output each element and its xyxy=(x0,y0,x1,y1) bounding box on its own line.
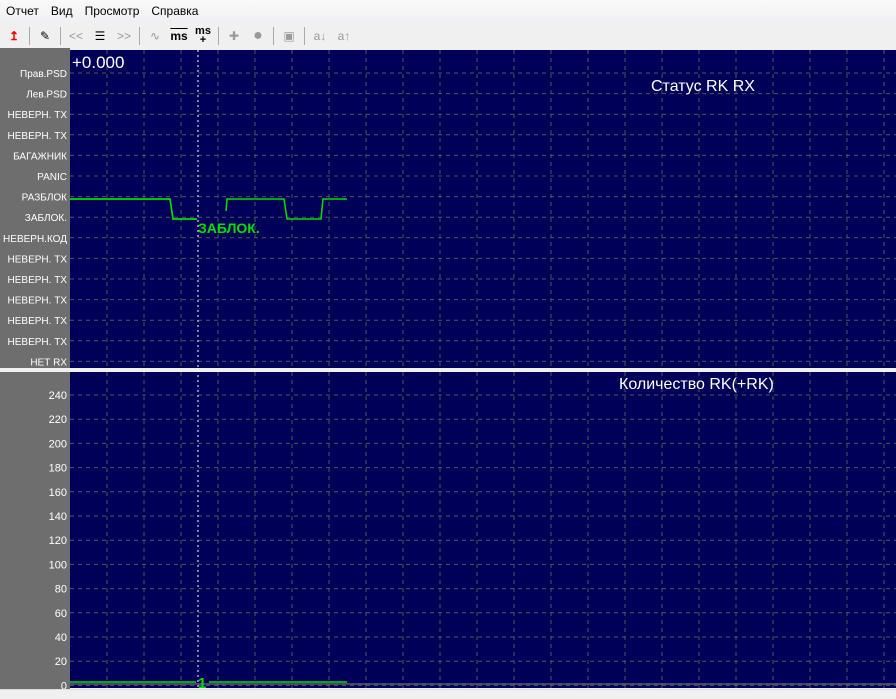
menu-help[interactable]: Справка xyxy=(145,4,204,18)
toolbar: ↥ ✎ << ☰ >> ∿ ms ms + ✚ ● ▣ a↓ a↑ xyxy=(0,23,896,48)
top-panel-title: Статус RK RX xyxy=(651,78,755,95)
separator xyxy=(304,26,305,45)
channel-label: ЗАБЛОК. xyxy=(25,213,67,224)
channel-label: НЕВЕРН. TX xyxy=(8,316,68,327)
ms-minus-button[interactable]: ms xyxy=(167,25,191,47)
channel-label: РАЗБЛОК xyxy=(22,193,68,204)
marker-icon[interactable]: ✚ xyxy=(222,25,246,47)
channel-label: Лев.PSD xyxy=(26,90,67,101)
upload-arrow-icon[interactable]: ↥ xyxy=(2,25,26,47)
y-tick-label: 80 xyxy=(55,584,67,596)
y-tick-label: 200 xyxy=(49,438,67,450)
channel-label: НЕВЕРН. TX xyxy=(8,337,68,348)
bottom-panel-title: Количество RK(+RK) xyxy=(619,376,774,393)
channel-label: БАГАЖНИК xyxy=(13,151,67,162)
y-tick-label: 40 xyxy=(55,632,67,644)
channel-label: НЕВЕРН. TX xyxy=(8,110,68,121)
y-tick-label: 100 xyxy=(49,559,67,571)
y-tick-label: 180 xyxy=(49,463,67,475)
separator xyxy=(218,26,219,45)
edit-notes-icon[interactable]: ✎ xyxy=(33,25,57,47)
y-tick-label: 140 xyxy=(49,511,67,523)
y-tick-label: 160 xyxy=(49,487,67,499)
channel-label: НЕВЕРН.КОД xyxy=(3,234,67,245)
y-tick-label: 220 xyxy=(49,414,67,426)
separator xyxy=(29,26,30,45)
y-tick-label: 20 xyxy=(55,656,67,668)
channel-label: НЕВЕРН. TX xyxy=(8,275,68,286)
menu-bar: Отчет Вид Просмотр Справка xyxy=(0,0,896,22)
sort-down-button[interactable]: a↓ xyxy=(308,25,332,47)
separator xyxy=(60,26,61,45)
record-icon[interactable]: ● xyxy=(246,25,270,47)
channel-label: НЕВЕРН. TX xyxy=(8,254,68,265)
channel-label: PANIC xyxy=(37,172,67,183)
y-tick-label: 120 xyxy=(49,535,67,547)
prev-button[interactable]: << xyxy=(64,25,88,47)
channel-label: НЕВЕРН. TX xyxy=(8,131,68,142)
count-cursor-value: 1 xyxy=(198,675,206,689)
plot-area[interactable]: Прав.PSD Лев.PSD НЕВЕРН. TX НЕВЕРН. TX БАГАЖ… xyxy=(0,48,896,689)
menu-browse[interactable]: Просмотр xyxy=(79,4,146,18)
next-button[interactable]: >> xyxy=(112,25,136,47)
channel-label: Прав.PSD xyxy=(20,69,67,80)
y-tick-label: 0 xyxy=(61,680,67,689)
image-icon[interactable]: ▣ xyxy=(277,25,301,47)
ms-plus-button[interactable]: ms + xyxy=(191,25,215,47)
y-tick-label: 240 xyxy=(49,390,67,402)
separator xyxy=(139,26,140,45)
menu-report[interactable]: Отчет xyxy=(0,4,45,18)
panel-divider[interactable] xyxy=(0,368,896,372)
y-tick-label: 60 xyxy=(55,608,67,620)
wave-icon[interactable]: ∿ xyxy=(143,25,167,47)
time-readout: +0.000 xyxy=(72,53,124,72)
status-cursor-value: ЗАБЛОК. xyxy=(198,220,260,236)
menu-view[interactable]: Вид xyxy=(45,4,79,18)
channel-label: НЕТ RX xyxy=(30,357,67,368)
list-icon[interactable]: ☰ xyxy=(88,25,112,47)
sort-up-button[interactable]: a↑ xyxy=(332,25,356,47)
status-bar xyxy=(0,689,896,699)
channel-label: НЕВЕРН. TX xyxy=(8,296,68,307)
separator xyxy=(273,26,274,45)
